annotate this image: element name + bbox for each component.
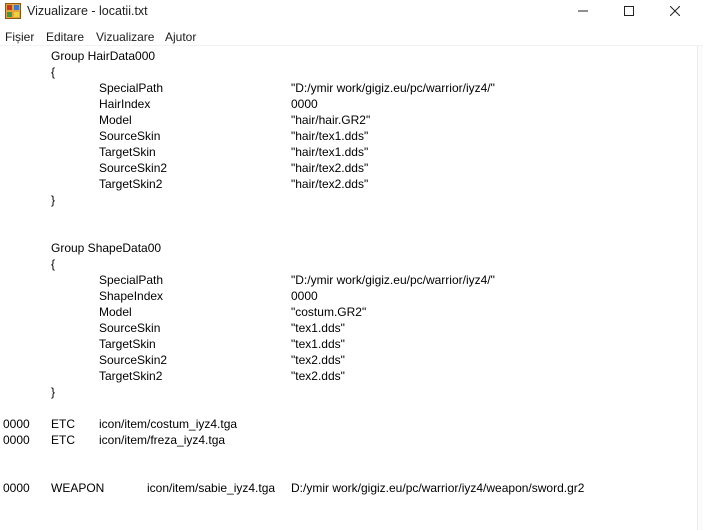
entry-key: SourceSkin2 <box>99 161 168 175</box>
shape-open-brace: { <box>51 257 56 271</box>
etc-index: 0000 <box>3 417 30 431</box>
entry-value: "costum.GR2" <box>291 305 367 319</box>
etc-path: icon/item/freza_iyz4.tga <box>99 433 226 447</box>
hair-close-brace: } <box>51 193 56 207</box>
title-bar[interactable]: Vizualizare - locatii.txt <box>0 0 703 26</box>
text-line: Group HairData000 <box>0 48 697 64</box>
close-icon <box>669 3 681 21</box>
entry-value: "hair/tex2.dds" <box>291 161 369 175</box>
notepad-window: Vizualizare - locatii.txt Fișier Editare… <box>0 0 703 530</box>
entry-value: 0000 <box>291 97 318 111</box>
etc-type: ETC <box>51 433 75 447</box>
menu-help[interactable]: Ajutor <box>165 30 196 44</box>
vertical-scrollbar[interactable] <box>697 46 703 530</box>
menu-edit[interactable]: Editare <box>46 30 84 44</box>
menu-file[interactable]: Fișier <box>5 30 34 44</box>
text-line: { <box>0 64 697 80</box>
notepad-app-icon[interactable] <box>5 3 21 19</box>
entry-key: ShapeIndex <box>99 289 164 303</box>
entry-key: Model <box>99 113 132 127</box>
entry-key: SourceSkin2 <box>99 353 168 367</box>
maximize-icon <box>624 3 634 21</box>
weapon-type: WEAPON <box>51 481 105 495</box>
weapon-model-path: D:/ymir work/gigiz.eu/pc/warrior/iyz4/we… <box>291 481 585 495</box>
text-line: TargetSkin2 "hair/tex2.dds" <box>0 176 697 192</box>
entry-key: TargetSkin <box>99 337 156 351</box>
text-line: TargetSkin "hair/tex1.dds" <box>0 144 697 160</box>
text-line: SpecialPath "D:/ymir work/gigiz.eu/pc/wa… <box>0 272 697 288</box>
entry-key: SourceSkin <box>99 321 161 335</box>
text-line: } <box>0 192 697 208</box>
entry-value: "hair/tex1.dds" <box>291 145 369 159</box>
entry-value: "tex1.dds" <box>291 321 345 335</box>
entry-key: TargetSkin2 <box>99 369 163 383</box>
text-line: Group ShapeData00 <box>0 240 697 256</box>
entry-key: SpecialPath <box>99 273 164 287</box>
entry-value: "tex2.dds" <box>291 353 345 367</box>
text-line: HairIndex 0000 <box>0 96 697 112</box>
weapon-icon-path: icon/item/sabie_iyz4.tga <box>147 481 276 495</box>
maximize-button[interactable] <box>606 0 652 24</box>
entry-value: "hair/tex2.dds" <box>291 177 369 191</box>
weapon-index: 0000 <box>3 481 30 495</box>
text-line: Model "hair/hair.GR2" <box>0 112 697 128</box>
entry-key: SpecialPath <box>99 81 164 95</box>
text-line: } <box>0 384 697 400</box>
text-line: ShapeIndex 0000 <box>0 288 697 304</box>
text-line: SpecialPath "D:/ymir work/gigiz.eu/pc/wa… <box>0 80 697 96</box>
etc-path: icon/item/costum_iyz4.tga <box>99 417 238 431</box>
minimize-button[interactable] <box>560 0 606 24</box>
text-line: TargetSkin2 "tex2.dds" <box>0 368 697 384</box>
entry-value: "D:/ymir work/gigiz.eu/pc/warrior/iyz4/" <box>291 81 495 95</box>
entry-value: "tex1.dds" <box>291 337 345 351</box>
menu-bar: Fișier Editare Vizualizare Ajutor <box>0 28 703 46</box>
shape-group-header: Group ShapeData00 <box>51 241 162 255</box>
text-line: SourceSkin2 "hair/tex2.dds" <box>0 160 697 176</box>
entry-key: Model <box>99 305 132 319</box>
text-line: SourceSkin "tex1.dds" <box>0 320 697 336</box>
text-line: 0000 ETC icon/item/costum_iyz4.tga <box>0 416 697 432</box>
entry-key: TargetSkin <box>99 145 156 159</box>
entry-value: "D:/ymir work/gigiz.eu/pc/warrior/iyz4/" <box>291 273 495 287</box>
etc-type: ETC <box>51 417 75 431</box>
etc-index: 0000 <box>3 433 30 447</box>
text-line: 0000 WEAPON icon/item/sabie_iyz4.tga D:/… <box>0 480 697 496</box>
entry-value: "hair/tex1.dds" <box>291 129 369 143</box>
shape-close-brace: } <box>51 385 56 399</box>
text-editor[interactable]: Group HairData000 { SpecialPath "D:/ymir… <box>0 46 697 530</box>
text-line: { <box>0 256 697 272</box>
entry-key: HairIndex <box>99 97 151 111</box>
entry-value: "tex2.dds" <box>291 369 345 383</box>
hair-group-header: Group HairData000 <box>51 49 156 63</box>
minimize-icon <box>578 3 588 21</box>
entry-key: TargetSkin2 <box>99 177 163 191</box>
text-line: Model "costum.GR2" <box>0 304 697 320</box>
text-line: TargetSkin "tex1.dds" <box>0 336 697 352</box>
entry-key: SourceSkin <box>99 129 161 143</box>
text-line: 0000 ETC icon/item/freza_iyz4.tga <box>0 432 697 448</box>
entry-value: "hair/hair.GR2" <box>291 113 371 127</box>
close-button[interactable] <box>652 0 698 24</box>
menu-view[interactable]: Vizualizare <box>96 30 154 44</box>
text-line: SourceSkin2 "tex2.dds" <box>0 352 697 368</box>
hair-open-brace: { <box>51 65 56 79</box>
window-title: Vizualizare - locatii.txt <box>27 4 148 18</box>
entry-value: 0000 <box>291 289 318 303</box>
text-line: SourceSkin "hair/tex1.dds" <box>0 128 697 144</box>
